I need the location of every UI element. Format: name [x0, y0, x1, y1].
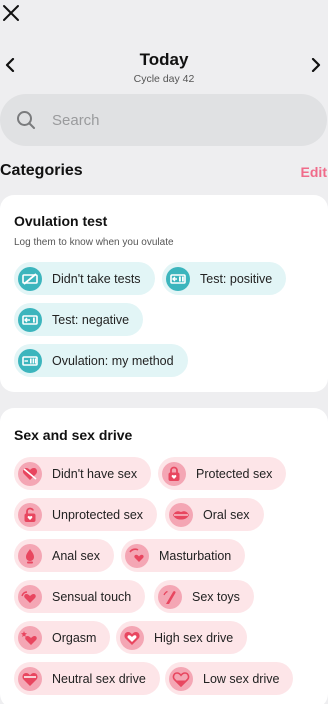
- chip-label: Protected sex: [196, 466, 273, 481]
- next-day-button[interactable]: [308, 57, 324, 77]
- chip-label: Sensual touch: [52, 589, 132, 604]
- chip-ovulation-my-method[interactable]: Ovulation: my method: [14, 344, 188, 377]
- touch-icon: [18, 584, 42, 609]
- edit-categories-button[interactable]: Edit: [301, 164, 327, 180]
- sex-card-title: Sex and sex drive: [14, 427, 133, 443]
- cycle-day-label: Cycle day 42: [133, 73, 195, 85]
- test-none-icon: [18, 266, 42, 291]
- sex-and-sex-drive-card: Sex and sex drive Didn't have sex Protec…: [0, 408, 328, 704]
- chip-unprotected-sex[interactable]: Unprotected sex: [14, 498, 158, 531]
- chip-sensual-touch[interactable]: Sensual touch: [14, 580, 146, 613]
- date-header: Today Cycle day 42: [0, 50, 328, 90]
- chip-label: High sex drive: [154, 630, 234, 645]
- chip-label: Didn't have sex: [52, 466, 138, 481]
- ovulation-test-card: Ovulation test Log them to know when you…: [0, 195, 328, 392]
- chip-label: Unprotected sex: [52, 507, 144, 522]
- masturbation-icon: [125, 543, 149, 568]
- search-input[interactable]: [52, 111, 272, 129]
- chip-label: Oral sex: [203, 507, 250, 522]
- chip-label: Didn't take tests: [52, 271, 141, 286]
- chip-label: Neutral sex drive: [52, 671, 146, 686]
- ovulation-card-title: Ovulation test: [14, 213, 108, 229]
- chip-masturbation[interactable]: Masturbation: [121, 539, 246, 572]
- orgasm-icon: [18, 625, 42, 650]
- search-bar[interactable]: [0, 94, 327, 146]
- unlock-heart-icon: [18, 502, 42, 527]
- chip-low-sex-drive[interactable]: Low sex drive: [165, 662, 294, 695]
- chip-label: Orgasm: [52, 630, 97, 645]
- chip-label: Ovulation: my method: [52, 353, 174, 368]
- chevron-right-icon: [311, 57, 321, 77]
- ovulation-method-icon: [18, 348, 42, 373]
- chip-didnt-have-sex[interactable]: Didn't have sex: [14, 457, 152, 490]
- chip-test-negative[interactable]: Test: negative: [14, 303, 144, 336]
- neutral-drive-icon: [18, 666, 42, 691]
- lock-heart-icon: [162, 461, 186, 486]
- chip-label: Masturbation: [159, 548, 232, 563]
- lips-icon: [169, 502, 193, 527]
- search-icon: [16, 110, 36, 130]
- chip-anal-sex[interactable]: Anal sex: [14, 539, 114, 572]
- chip-label: Test: negative: [52, 312, 130, 327]
- test-negative-icon: [18, 307, 42, 332]
- chip-oral-sex[interactable]: Oral sex: [165, 498, 264, 531]
- anal-icon: [18, 543, 42, 568]
- chip-label: Low sex drive: [203, 671, 280, 686]
- chip-high-sex-drive[interactable]: High sex drive: [116, 621, 248, 654]
- categories-heading: Categories: [0, 162, 83, 179]
- close-icon: [2, 4, 20, 27]
- test-positive-icon: [166, 266, 190, 291]
- chip-label: Test: positive: [200, 271, 273, 286]
- chip-didnt-take-tests[interactable]: Didn't take tests: [14, 262, 155, 295]
- low-drive-icon: [169, 666, 193, 691]
- chip-test-positive[interactable]: Test: positive: [162, 262, 287, 295]
- close-button[interactable]: [0, 4, 22, 26]
- page-title: Today: [139, 50, 189, 69]
- chip-protected-sex[interactable]: Protected sex: [158, 457, 287, 490]
- ovulation-card-subtitle: Log them to know when you ovulate: [14, 237, 174, 248]
- sex-toy-icon: [158, 584, 182, 609]
- chip-neutral-sex-drive[interactable]: Neutral sex drive: [14, 662, 160, 695]
- chip-orgasm[interactable]: Orgasm: [14, 621, 111, 654]
- chip-label: Anal sex: [52, 548, 100, 563]
- categories-row: Categories Edit: [0, 162, 328, 186]
- chip-label: Sex toys: [192, 589, 240, 604]
- no-sex-heart-icon: [18, 461, 42, 486]
- chip-sex-toys[interactable]: Sex toys: [154, 580, 254, 613]
- high-drive-icon: [120, 625, 144, 650]
